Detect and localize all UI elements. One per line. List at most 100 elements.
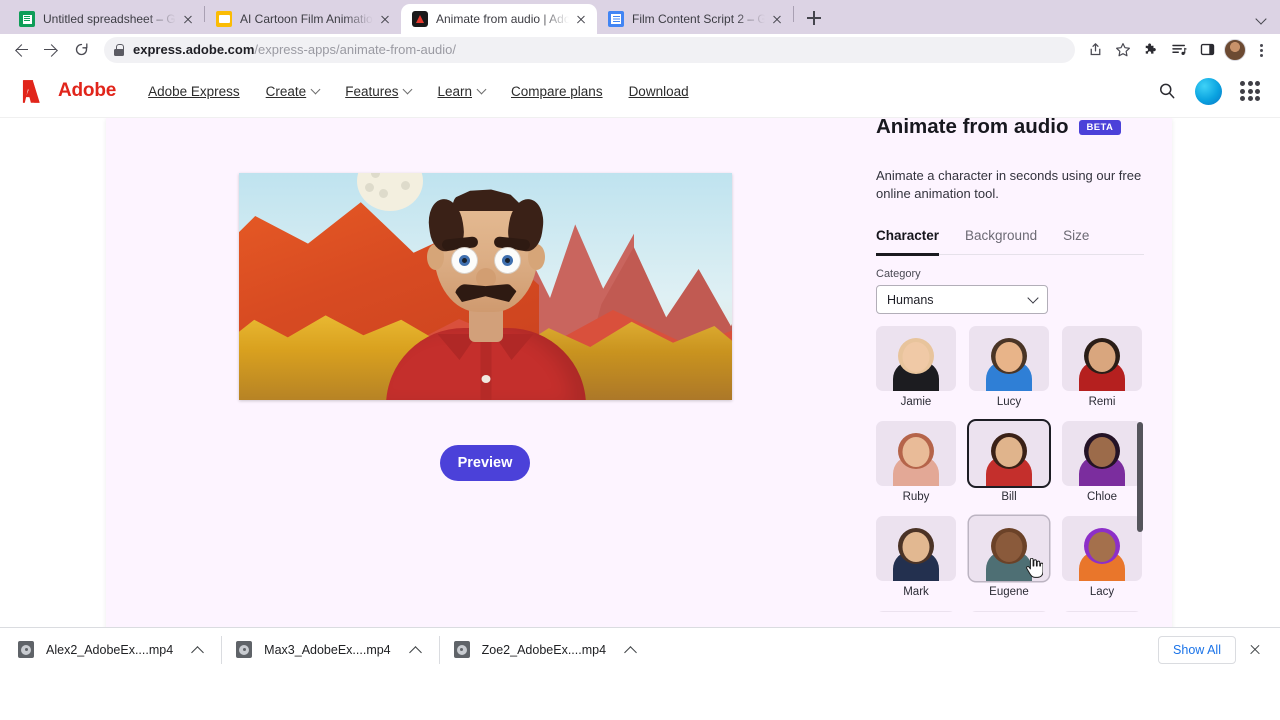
tab-list-chevron-down-icon[interactable] (1252, 8, 1272, 28)
tab-title: Animate from audio | Adobe Ex (436, 12, 569, 26)
adobe-wordmark: Adobe (58, 80, 117, 101)
chevron-up-icon[interactable] (620, 640, 640, 660)
panel-scrollbar[interactable] (1137, 422, 1143, 533)
forward-arrow-icon[interactable] (37, 36, 65, 64)
nav-adobe-express[interactable]: Adobe Express (148, 84, 240, 99)
tab-size[interactable]: Size (1063, 228, 1089, 243)
close-icon[interactable] (1242, 637, 1268, 663)
avatar-head (1088, 437, 1116, 468)
url-text: express.adobe.com/express-apps/animate-f… (133, 42, 456, 57)
tab-title: AI Cartoon Film Animation – Go (240, 12, 373, 26)
address-bar[interactable]: express.adobe.com/express-apps/animate-f… (104, 36, 1075, 63)
google-docs-icon (608, 11, 624, 27)
chevron-up-icon[interactable] (187, 640, 207, 660)
character-thumbnail (969, 326, 1049, 392)
search-icon[interactable] (1157, 81, 1177, 101)
show-all-button[interactable]: Show All (1158, 635, 1236, 664)
download-filename: Alex2_AdobeEx....mp4 (46, 642, 174, 657)
character-card-bill[interactable]: Bill (969, 421, 1049, 503)
character-card-eugene[interactable]: Eugene (969, 516, 1049, 598)
nav-learn[interactable]: Learn (437, 84, 487, 99)
downloads-shelf-actions: Show All (1158, 635, 1272, 664)
kebab-menu-icon[interactable] (1249, 36, 1273, 64)
nav-create[interactable]: Create (265, 83, 321, 99)
download-item-0[interactable]: Alex2_AdobeEx....mp4 (8, 634, 217, 666)
character-grid: Jamie Lucy Remi Ruby Bill Chloe Mark Eugene Lacy (876, 326, 1144, 613)
character-name: Eugene (989, 586, 1029, 599)
browser-tabstrip: Untitled spreadsheet – Google AI Cartoon… (0, 0, 1280, 34)
tab-close-icon[interactable] (377, 11, 393, 27)
tab-title: Film Content Script 2 – Google (632, 12, 765, 26)
back-arrow-icon[interactable] (7, 36, 35, 64)
nav-features[interactable]: Features (345, 83, 413, 99)
character-thumbnail (876, 326, 956, 392)
user-avatar[interactable] (1195, 77, 1222, 105)
panel-description: Animate a character in seconds using our… (876, 168, 1142, 201)
character-name: Remi (1088, 396, 1116, 409)
browser-tab-3[interactable]: Film Content Script 2 – Google (597, 4, 793, 34)
browser-tab-2-active[interactable]: Animate from audio | Adobe Ex (401, 4, 597, 34)
adobe-a-mark-icon (22, 79, 40, 103)
reload-icon[interactable] (67, 36, 95, 64)
browser-tab-0[interactable]: Untitled spreadsheet – Google (8, 4, 204, 34)
character-thumbnail (876, 516, 956, 582)
chevron-up-icon[interactable] (405, 640, 425, 660)
browser-toolbar: express.adobe.com/express-apps/animate-f… (0, 34, 1280, 65)
beta-badge: BETA (1078, 119, 1122, 135)
character-card-unnamed-11[interactable] (1062, 611, 1142, 613)
tab-character[interactable]: Character (876, 228, 939, 243)
downloads-divider (438, 635, 440, 664)
avatar-head (1088, 532, 1116, 563)
character-card-chloe[interactable]: Chloe (1062, 421, 1142, 503)
new-tab-button[interactable] (800, 4, 828, 32)
character-card-remi[interactable]: Remi (1062, 326, 1142, 408)
character-card-lacy[interactable]: Lacy (1062, 516, 1142, 598)
share-icon[interactable] (1081, 36, 1109, 64)
character-card-mark[interactable]: Mark (876, 516, 956, 598)
page-body: Preview or replace audio Enhance speech … (0, 118, 1280, 671)
tab-close-icon[interactable] (180, 11, 196, 27)
app-switcher-grid-icon[interactable] (1240, 81, 1260, 101)
character-name: Bill (1001, 491, 1017, 504)
nav-label: Features (345, 83, 399, 99)
tab-close-icon[interactable] (769, 11, 785, 27)
browser-tab-1[interactable]: AI Cartoon Film Animation – Go (205, 4, 401, 34)
google-sheets-icon (19, 11, 35, 27)
nav-label: Create (265, 83, 307, 99)
nav-compare-plans[interactable]: Compare plans (511, 84, 603, 99)
character-card-ruby[interactable]: Ruby (876, 421, 956, 503)
extensions-puzzle-icon[interactable] (1137, 36, 1165, 64)
reading-list-icon[interactable] (1165, 36, 1193, 64)
category-select[interactable]: Humans (876, 285, 1048, 315)
character-card-jamie[interactable]: Jamie (876, 326, 956, 408)
character-card-unnamed-10[interactable] (969, 611, 1049, 613)
avatar-head (902, 342, 930, 373)
adobe-logo[interactable]: Adobe (22, 79, 116, 104)
profile-avatar-icon[interactable] (1224, 38, 1246, 61)
bookmark-star-icon[interactable] (1109, 36, 1137, 64)
character-card-unnamed-9[interactable] (876, 611, 956, 613)
animation-preview-video[interactable] (239, 173, 732, 400)
character-name: Lacy (1089, 586, 1115, 599)
download-item-1[interactable]: Max3_AdobeEx....mp4 (226, 634, 434, 666)
panel-header: Animate from audio BETA (876, 118, 1144, 144)
tab-close-icon[interactable] (573, 11, 589, 27)
tab-background[interactable]: Background (965, 228, 1037, 243)
character-thumbnail (1062, 611, 1142, 613)
nav-download[interactable]: Download (629, 84, 689, 99)
side-panel-icon[interactable] (1193, 36, 1221, 64)
download-item-2[interactable]: Zoe2_AdobeEx....mp4 (444, 634, 650, 666)
category-label: Category (876, 268, 921, 281)
category-value: Humans (887, 292, 934, 307)
character-name: Ruby (902, 491, 930, 504)
tab-active-underline (876, 253, 939, 256)
preview-button[interactable]: Preview (440, 445, 530, 481)
character-card-lucy[interactable]: Lucy (969, 326, 1049, 408)
tab-divider (793, 6, 794, 22)
character-name: Jamie (900, 396, 932, 409)
character-name: Lucy (996, 396, 1022, 409)
canvas-column: Preview or replace audio Enhance speech (106, 118, 864, 671)
character-thumbnail (876, 611, 956, 613)
browser-chrome: Untitled spreadsheet – Google AI Cartoon… (0, 0, 1280, 65)
nav-label: Adobe Express (148, 83, 240, 99)
